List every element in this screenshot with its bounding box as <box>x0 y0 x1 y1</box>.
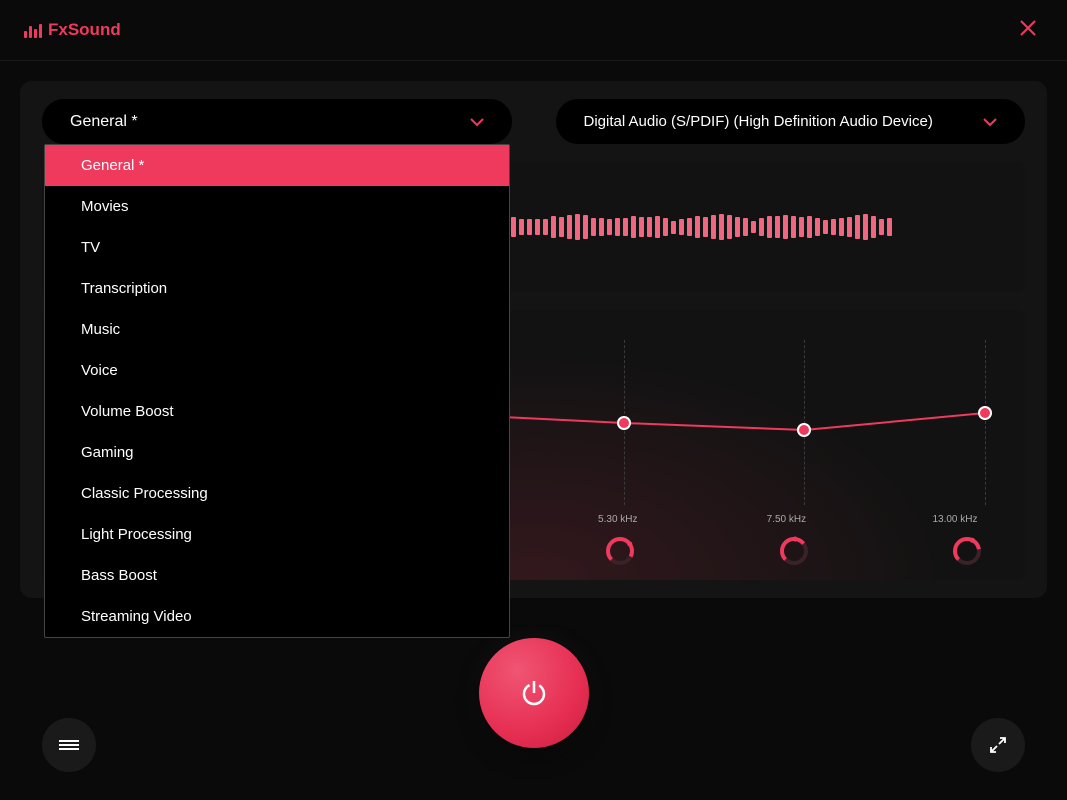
power-icon <box>517 676 551 710</box>
visualizer-bar <box>623 218 628 236</box>
visualizer-bar <box>775 216 780 238</box>
visualizer-bar <box>631 216 636 238</box>
eq-band-knob[interactable] <box>776 533 812 569</box>
power-button[interactable] <box>479 638 589 748</box>
visualizer-bar <box>591 218 596 236</box>
visualizer-bar <box>839 218 844 235</box>
preset-option[interactable]: Light Processing <box>45 514 509 555</box>
eq-band-handle[interactable] <box>797 423 811 437</box>
visualizer-bar <box>807 216 812 237</box>
eq-band-label: 13.00 kHz <box>925 514 985 525</box>
power-button-ring <box>463 622 605 764</box>
visualizer-bar <box>543 219 548 236</box>
preset-option[interactable]: Movies <box>45 186 509 227</box>
visualizer-bar <box>871 216 876 238</box>
chevron-down-icon <box>983 114 997 130</box>
eq-band-knob[interactable] <box>949 533 985 569</box>
visualizer-bar <box>695 216 700 238</box>
visualizer-bar <box>887 218 892 237</box>
visualizer-bar <box>767 216 772 238</box>
output-device-label: Digital Audio (S/PDIF) (High Definition … <box>584 113 933 130</box>
visualizer-bar <box>607 219 612 235</box>
visualizer-bar <box>703 217 708 236</box>
visualizer-bar <box>663 218 668 236</box>
visualizer-bar <box>535 219 540 235</box>
preset-option[interactable]: Volume Boost <box>45 391 509 432</box>
hamburger-icon <box>59 738 79 752</box>
preset-option[interactable]: Classic Processing <box>45 473 509 514</box>
visualizer-bar <box>559 217 564 237</box>
preset-option[interactable]: General * <box>45 145 509 186</box>
visualizer-bar <box>671 221 676 234</box>
visualizer-bar <box>735 217 740 237</box>
visualizer-bar <box>751 221 756 234</box>
output-device-select[interactable]: Digital Audio (S/PDIF) (High Definition … <box>556 99 1026 144</box>
chevron-down-icon <box>470 114 484 130</box>
selector-row: General * Digital Audio (S/PDIF) (High D… <box>42 99 1025 144</box>
visualizer-bar <box>743 218 748 236</box>
close-button[interactable] <box>1013 11 1043 49</box>
visualizer-bar <box>567 215 572 240</box>
collapse-button[interactable] <box>971 718 1025 772</box>
visualizer-bar <box>615 218 620 235</box>
preset-selected-label: General * <box>70 113 138 131</box>
visualizer-bar <box>575 214 580 239</box>
eq-gridline <box>985 340 986 505</box>
visualizer-bar <box>639 217 644 237</box>
app-name: FxSound <box>48 20 121 40</box>
visualizer-bar <box>719 214 724 239</box>
visualizer-bar <box>679 219 684 235</box>
titlebar: FxSound <box>0 0 1067 61</box>
visualizer-bar <box>831 219 836 234</box>
eq-band-label: 7.50 kHz <box>756 514 816 525</box>
visualizer-bar <box>551 216 556 237</box>
visualizer-bar <box>655 216 660 238</box>
visualizer-bar <box>823 220 828 233</box>
eq-band-label: 5.30 kHz <box>588 514 648 525</box>
visualizer-bar <box>863 214 868 239</box>
preset-option[interactable]: Transcription <box>45 268 509 309</box>
menu-button[interactable] <box>42 718 96 772</box>
collapse-icon <box>989 736 1007 754</box>
eq-band-knob[interactable] <box>602 533 638 569</box>
preset-option[interactable]: Bass Boost <box>45 555 509 596</box>
preset-select[interactable]: General * <box>42 99 512 144</box>
visualizer-bar <box>855 215 860 238</box>
visualizer-bar <box>647 217 652 237</box>
visualizer-bar <box>711 215 716 239</box>
visualizer-bar <box>799 217 804 238</box>
eq-band-handle[interactable] <box>617 416 631 430</box>
visualizer-bar <box>727 215 732 239</box>
close-icon <box>1019 19 1037 37</box>
logo-bars-icon <box>24 22 42 38</box>
preset-option[interactable]: Gaming <box>45 432 509 473</box>
preset-option[interactable]: Streaming Video <box>45 596 509 637</box>
app-logo: FxSound <box>24 20 121 40</box>
visualizer-bar <box>815 218 820 235</box>
eq-band-handle[interactable] <box>978 406 992 420</box>
visualizer-bar <box>687 218 692 236</box>
visualizer-bar <box>599 218 604 237</box>
visualizer-bar <box>583 215 588 239</box>
visualizer-bar <box>791 216 796 237</box>
preset-option[interactable]: Voice <box>45 350 509 391</box>
visualizer-bar <box>879 219 884 236</box>
preset-option[interactable]: Music <box>45 309 509 350</box>
preset-dropdown[interactable]: General *MoviesTVTranscriptionMusicVoice… <box>44 144 510 638</box>
visualizer-bar <box>527 219 532 235</box>
visualizer-bar <box>759 218 764 236</box>
visualizer-bar <box>847 217 852 237</box>
visualizer-bar <box>511 217 516 238</box>
visualizer-bar <box>519 219 524 235</box>
bottom-bar <box>0 718 1067 772</box>
visualizer-bar <box>783 215 788 239</box>
preset-option[interactable]: TV <box>45 227 509 268</box>
